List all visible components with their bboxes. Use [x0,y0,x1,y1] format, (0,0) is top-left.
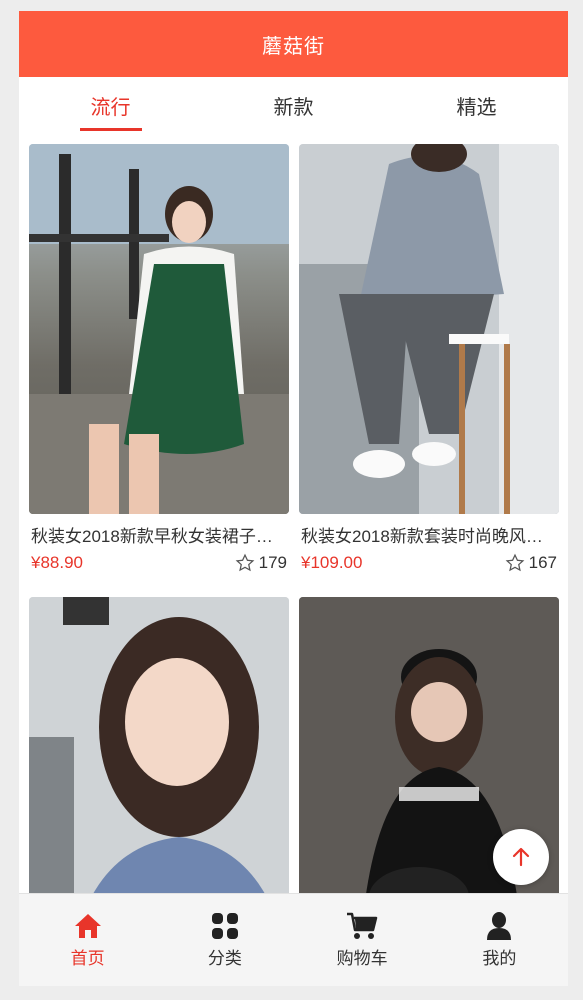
product-image [29,144,289,514]
tab-popular[interactable]: 流行 [19,77,202,133]
favorite-count-value: 167 [528,553,557,572]
nav-bar: 蘑菇街 [19,11,568,77]
tab-new[interactable]: 新款 [202,77,385,133]
tabbar-label: 首页 [70,948,105,968]
product-image [299,144,559,514]
tab-selected[interactable]: 精选 [385,77,568,133]
goods-list[interactable]: 秋装女2018新款早秋女装裙子长袖连衣裙 ¥88.90 179 [19,133,568,893]
favorite-count[interactable]: 179 [235,553,287,573]
product-title: 秋装女2018新款套装时尚晚风两件套 [301,527,559,546]
phone-screen: 蘑菇街 流行 新款 精选 秋装女2018新款早秋女装裙子长袖 ¥88.90 17… [19,11,568,986]
goods-item[interactable] [29,597,289,893]
tabbar-label: 购物车 [336,948,388,968]
tabbar-item-category[interactable]: 分类 [156,894,293,986]
bottom-tab-bar: 首页 分类 购物车 我的 [19,893,568,986]
tabbar-item-cart[interactable]: 购物车 [294,894,431,986]
cart-icon [347,912,378,939]
product-price: ¥88.90 [31,553,83,572]
back-to-top-button[interactable] [493,829,549,885]
tabbar-item-home[interactable]: 首页 [19,894,156,986]
product-price: ¥109.00 [301,553,363,572]
app-title: 蘑菇街 [262,35,325,58]
tabbar-label: 分类 [207,948,242,968]
arrow-up-icon [512,847,530,867]
product-title: 秋装女2018新款早秋女装裙子长袖连衣裙 [31,527,289,546]
tab-control: 流行 新款 精选 [19,77,568,133]
home-icon [74,913,101,938]
product-image [29,597,289,893]
favorite-count[interactable]: 167 [505,553,557,573]
tab-label: 精选 [456,96,497,119]
star-icon [235,553,255,572]
star-icon [505,553,525,572]
tabbar-label: 我的 [482,948,517,968]
tab-label: 流行 [90,96,131,119]
goods-item[interactable]: 秋装女2018新款早秋女装裙子长袖连衣裙 ¥88.90 179 [29,144,289,573]
tab-label: 新款 [273,96,314,119]
goods-item[interactable]: 秋装女2018新款套装时尚晚风两件套 ¥109.00 167 [299,144,559,573]
user-icon [487,911,512,940]
grid-icon [211,912,238,939]
tabbar-item-profile[interactable]: 我的 [431,894,568,986]
favorite-count-value: 179 [258,553,287,572]
